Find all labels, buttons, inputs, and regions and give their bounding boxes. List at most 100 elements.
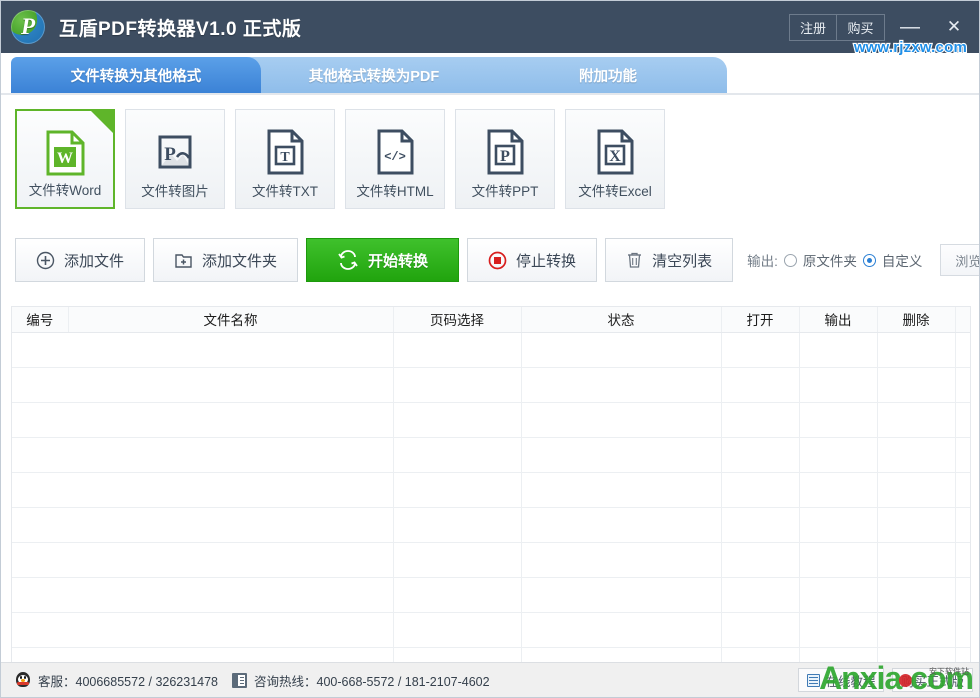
table-row[interactable] bbox=[12, 402, 970, 437]
svg-text:P: P bbox=[500, 148, 510, 165]
word-file-icon: W bbox=[45, 129, 85, 177]
format-card-word[interactable]: W 文件转Word bbox=[15, 109, 115, 209]
table-cell bbox=[877, 577, 955, 612]
customer-support-info: 客服：4006685572 / 326231478 bbox=[15, 671, 218, 690]
table-cell bbox=[12, 332, 68, 367]
file-list-header: 编号 文件名称 页码选择 状态 打开 输出 删除 bbox=[12, 307, 970, 332]
table-cell bbox=[877, 542, 955, 577]
format-card-label: 文件转图片 bbox=[126, 180, 224, 200]
table-row[interactable] bbox=[12, 367, 970, 402]
action-toolbar: 添加文件 添加文件夹 开始转换 bbox=[15, 238, 967, 282]
column-header-open[interactable]: 打开 bbox=[721, 307, 799, 332]
table-cell bbox=[877, 367, 955, 402]
add-folder-label: 添加文件夹 bbox=[202, 250, 277, 271]
tab-other-to-pdf[interactable]: 其他格式转换为PDF bbox=[239, 57, 489, 93]
radio-custom-folder[interactable] bbox=[863, 254, 876, 267]
customer-support-label: 客服：4006685572 / 326231478 bbox=[38, 671, 218, 690]
table-cell bbox=[877, 332, 955, 367]
image-file-icon: P bbox=[155, 128, 195, 176]
footer-actions: 在线教程 购买正式版 bbox=[798, 668, 973, 692]
table-cell bbox=[393, 472, 521, 507]
scrollbar-cell bbox=[955, 437, 970, 472]
trash-icon bbox=[626, 251, 643, 270]
table-cell bbox=[799, 402, 877, 437]
table-row[interactable] bbox=[12, 612, 970, 647]
stop-circle-icon bbox=[488, 251, 507, 270]
format-card-excel[interactable]: X 文件转Excel bbox=[565, 109, 665, 209]
column-header-output[interactable]: 输出 bbox=[799, 307, 877, 332]
scrollbar-cell bbox=[955, 332, 970, 367]
file-list-panel: 编号 文件名称 页码选择 状态 打开 输出 删除 bbox=[11, 306, 971, 664]
table-row[interactable] bbox=[12, 542, 970, 577]
table-row[interactable] bbox=[12, 507, 970, 542]
clear-list-button[interactable]: 清空列表 bbox=[605, 238, 733, 282]
online-tutorial-button[interactable]: 在线教程 bbox=[798, 668, 884, 692]
table-cell bbox=[799, 367, 877, 402]
radio-custom-folder-label[interactable]: 自定义 bbox=[882, 250, 923, 270]
output-label: 输出: bbox=[747, 250, 778, 270]
hotline-label: 咨询热线：400-668-5572 / 181-2107-4602 bbox=[254, 671, 490, 690]
table-row[interactable] bbox=[12, 472, 970, 507]
radio-original-folder-label[interactable]: 原文件夹 bbox=[803, 250, 857, 270]
column-header-index[interactable]: 编号 bbox=[12, 307, 68, 332]
online-tutorial-label: 在线教程 bbox=[825, 671, 875, 690]
table-cell bbox=[393, 402, 521, 437]
svg-text:</>: </> bbox=[384, 150, 406, 164]
add-file-button[interactable]: 添加文件 bbox=[15, 238, 145, 282]
convert-arrows-icon bbox=[337, 250, 359, 270]
table-cell bbox=[721, 577, 799, 612]
table-cell bbox=[521, 402, 721, 437]
column-header-status[interactable]: 状态 bbox=[521, 307, 721, 332]
register-button[interactable]: 注册 bbox=[789, 14, 837, 41]
table-cell bbox=[521, 437, 721, 472]
tab-file-to-other[interactable]: 文件转换为其他格式 bbox=[11, 57, 261, 93]
table-cell bbox=[521, 612, 721, 647]
table-cell bbox=[721, 437, 799, 472]
table-cell bbox=[877, 472, 955, 507]
table-cell bbox=[68, 612, 393, 647]
column-header-delete[interactable]: 删除 bbox=[877, 307, 955, 332]
table-row[interactable] bbox=[12, 437, 970, 472]
format-card-ppt[interactable]: P 文件转PPT bbox=[455, 109, 555, 209]
hotline-info: 咨询热线：400-668-5572 / 181-2107-4602 bbox=[232, 671, 490, 690]
start-convert-label: 开始转换 bbox=[368, 250, 428, 271]
buy-full-version-button[interactable]: 购买正式版 bbox=[892, 668, 973, 692]
table-cell bbox=[799, 472, 877, 507]
format-card-image[interactable]: P 文件转图片 bbox=[125, 109, 225, 209]
table-row[interactable] bbox=[12, 577, 970, 612]
add-folder-button[interactable]: 添加文件夹 bbox=[153, 238, 298, 282]
telephone-icon bbox=[232, 673, 247, 688]
scrollbar-cell bbox=[955, 577, 970, 612]
browse-button[interactable]: 浏览 bbox=[940, 244, 980, 276]
table-cell bbox=[393, 612, 521, 647]
add-file-label: 添加文件 bbox=[64, 250, 124, 271]
tab-bar: 附加功能 其他格式转换为PDF 文件转换为其他格式 bbox=[1, 53, 980, 93]
stop-convert-button[interactable]: 停止转换 bbox=[467, 238, 597, 282]
scrollbar-cell bbox=[955, 402, 970, 437]
table-cell bbox=[68, 472, 393, 507]
radio-original-folder[interactable] bbox=[784, 254, 797, 267]
table-cell bbox=[721, 507, 799, 542]
start-convert-button[interactable]: 开始转换 bbox=[306, 238, 459, 282]
vertical-scrollbar[interactable] bbox=[955, 307, 970, 332]
table-cell bbox=[799, 612, 877, 647]
table-cell bbox=[68, 437, 393, 472]
table-cell bbox=[521, 542, 721, 577]
pdf-converter-logo bbox=[11, 10, 45, 44]
column-header-pages[interactable]: 页码选择 bbox=[393, 307, 521, 332]
table-cell bbox=[521, 332, 721, 367]
clear-list-label: 清空列表 bbox=[652, 250, 712, 271]
table-row[interactable] bbox=[12, 332, 970, 367]
format-card-txt[interactable]: T 文件转TXT bbox=[235, 109, 335, 209]
format-card-html[interactable]: </> 文件转HTML bbox=[345, 109, 445, 209]
tab-additional-features[interactable]: 附加功能 bbox=[467, 57, 727, 93]
table-cell bbox=[877, 402, 955, 437]
column-header-filename[interactable]: 文件名称 bbox=[68, 307, 393, 332]
table-cell bbox=[12, 542, 68, 577]
buy-button[interactable]: 购买 bbox=[837, 14, 885, 41]
table-cell bbox=[721, 612, 799, 647]
file-list-body bbox=[12, 332, 970, 664]
table-cell bbox=[12, 577, 68, 612]
close-button[interactable]: ✕ bbox=[935, 12, 973, 42]
minimize-button[interactable]: — bbox=[891, 12, 929, 42]
